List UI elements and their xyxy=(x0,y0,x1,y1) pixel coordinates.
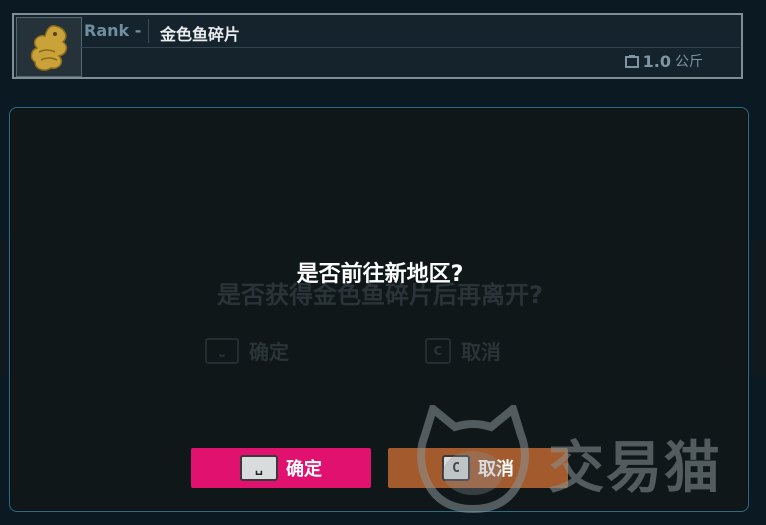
golden-fish-icon xyxy=(30,25,68,71)
cat-logo-icon xyxy=(417,405,529,514)
watermark: 交易猫 xyxy=(413,405,753,515)
confirm-button[interactable]: ␣ 确定 xyxy=(191,448,371,488)
space-key-icon: ⎵ xyxy=(205,337,239,364)
item-name: 金色鱼碎片 xyxy=(160,25,241,44)
divider xyxy=(80,47,740,48)
rank-label: Rank - xyxy=(84,21,142,40)
watermark-text: 交易猫 xyxy=(548,436,722,501)
background-cancel-label: 取消 xyxy=(461,340,501,364)
item-info-bar: Rank - 金色鱼碎片 1.0 公斤 xyxy=(12,13,743,79)
c-key-icon: C xyxy=(425,337,451,364)
weight-unit: 公斤 xyxy=(675,54,703,70)
weight-value: 1.0 xyxy=(642,51,671,71)
background-cancel-option: C 取消 xyxy=(425,336,501,365)
background-confirm-option: ⎵ 确定 xyxy=(205,336,289,365)
space-key-icon: ␣ xyxy=(240,455,278,481)
item-weight: 1.0 公斤 xyxy=(624,51,703,71)
dialog-title: 是否前往新地区? xyxy=(296,262,464,287)
confirm-label: 确定 xyxy=(286,459,322,480)
item-icon-frame xyxy=(16,17,82,77)
divider xyxy=(148,19,149,43)
weight-icon xyxy=(624,55,639,68)
background-confirm-label: 确定 xyxy=(249,340,289,364)
